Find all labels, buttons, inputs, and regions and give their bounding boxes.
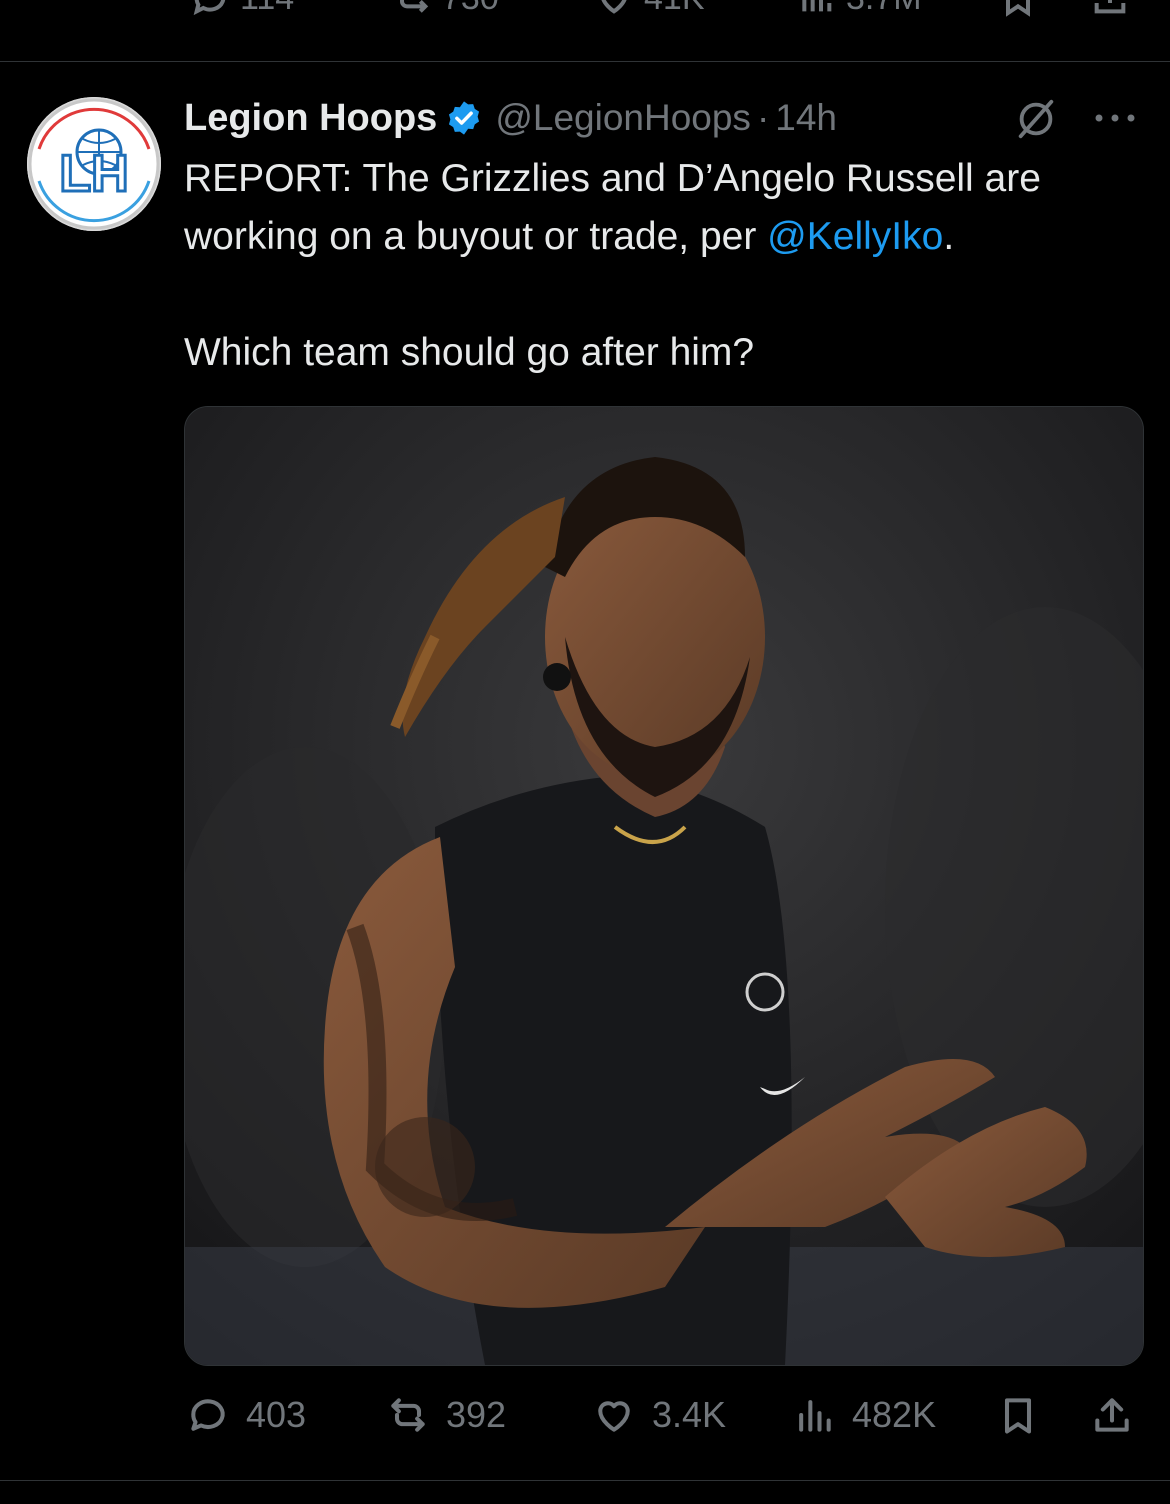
heart-icon [598, 1401, 630, 1432]
views-button[interactable]: 482K [792, 1390, 936, 1440]
reply-count: 403 [246, 1394, 307, 1435]
reply-icon [191, 1399, 225, 1431]
handle[interactable]: @LegionHoops [495, 97, 751, 139]
tweet-body-end: . [943, 215, 955, 258]
repost-count: 392 [446, 1394, 507, 1435]
prev-views-count: 3.7M [846, 0, 922, 18]
svg-text:LH: LH [59, 145, 128, 203]
heart-icon [601, 0, 627, 14]
avatar[interactable]: LH [27, 97, 161, 231]
grok-icon[interactable] [1013, 96, 1059, 142]
tweet-divider [0, 61, 1170, 62]
prev-reply-button[interactable]: 114 [190, 0, 294, 18]
reply-icon [193, 0, 226, 16]
prev-views-button[interactable]: 3.7M [796, 0, 922, 18]
views-icon [802, 0, 832, 12]
prev-share-button[interactable] [1090, 0, 1130, 18]
repost-icon [400, 0, 429, 13]
share-button[interactable] [1090, 1390, 1134, 1440]
previous-tweet-actions: 114 730 41K 3.7M [0, 0, 1170, 18]
tweet-body: REPORT: The Grizzlies and D’Angelo Russe… [184, 150, 1154, 266]
bookmark-icon [1006, 0, 1030, 17]
more-options-icon[interactable] [1093, 108, 1137, 128]
prev-bookmark-button[interactable] [998, 0, 1038, 18]
like-button[interactable]: 3.4K [592, 1390, 726, 1440]
tweet-header: Legion Hoops @LegionHoops · 14h [184, 94, 837, 142]
views-count: 482K [852, 1394, 937, 1435]
prev-repost-count: 730 [442, 0, 499, 18]
tweet-question: Which team should go after him? [184, 331, 755, 374]
timestamp[interactable]: 14h [775, 97, 837, 139]
prev-like-count: 41K [644, 0, 705, 18]
legion-hoops-logo: LH [28, 98, 160, 230]
tweet-actions: 403 392 3.4K 482K [0, 1390, 1170, 1440]
repost-button[interactable]: 392 [386, 1390, 506, 1440]
display-name[interactable]: Legion Hoops [184, 97, 437, 140]
separator-dot: · [756, 97, 770, 138]
tweet-media-image[interactable] [184, 406, 1144, 1366]
player-photo [185, 407, 1143, 1365]
prev-repost-button[interactable]: 730 [392, 0, 499, 18]
views-icon [799, 1400, 831, 1432]
prev-reply-count: 114 [240, 0, 294, 18]
mention-link[interactable]: @KellyIko [767, 215, 943, 258]
repost-icon [391, 1398, 425, 1432]
share-icon [1094, 0, 1126, 14]
share-icon [1095, 1398, 1129, 1432]
bookmark-button[interactable] [996, 1390, 1040, 1440]
prev-like-button[interactable]: 41K [594, 0, 705, 18]
verified-badge-icon [449, 101, 480, 135]
tweet-divider-bottom [0, 1480, 1170, 1481]
bookmark-icon [1004, 1398, 1032, 1434]
like-count: 3.4K [652, 1394, 727, 1435]
reply-button[interactable]: 403 [186, 1390, 306, 1440]
tweet-text: REPORT: The Grizzlies and D’Angelo Russe… [184, 150, 1154, 382]
